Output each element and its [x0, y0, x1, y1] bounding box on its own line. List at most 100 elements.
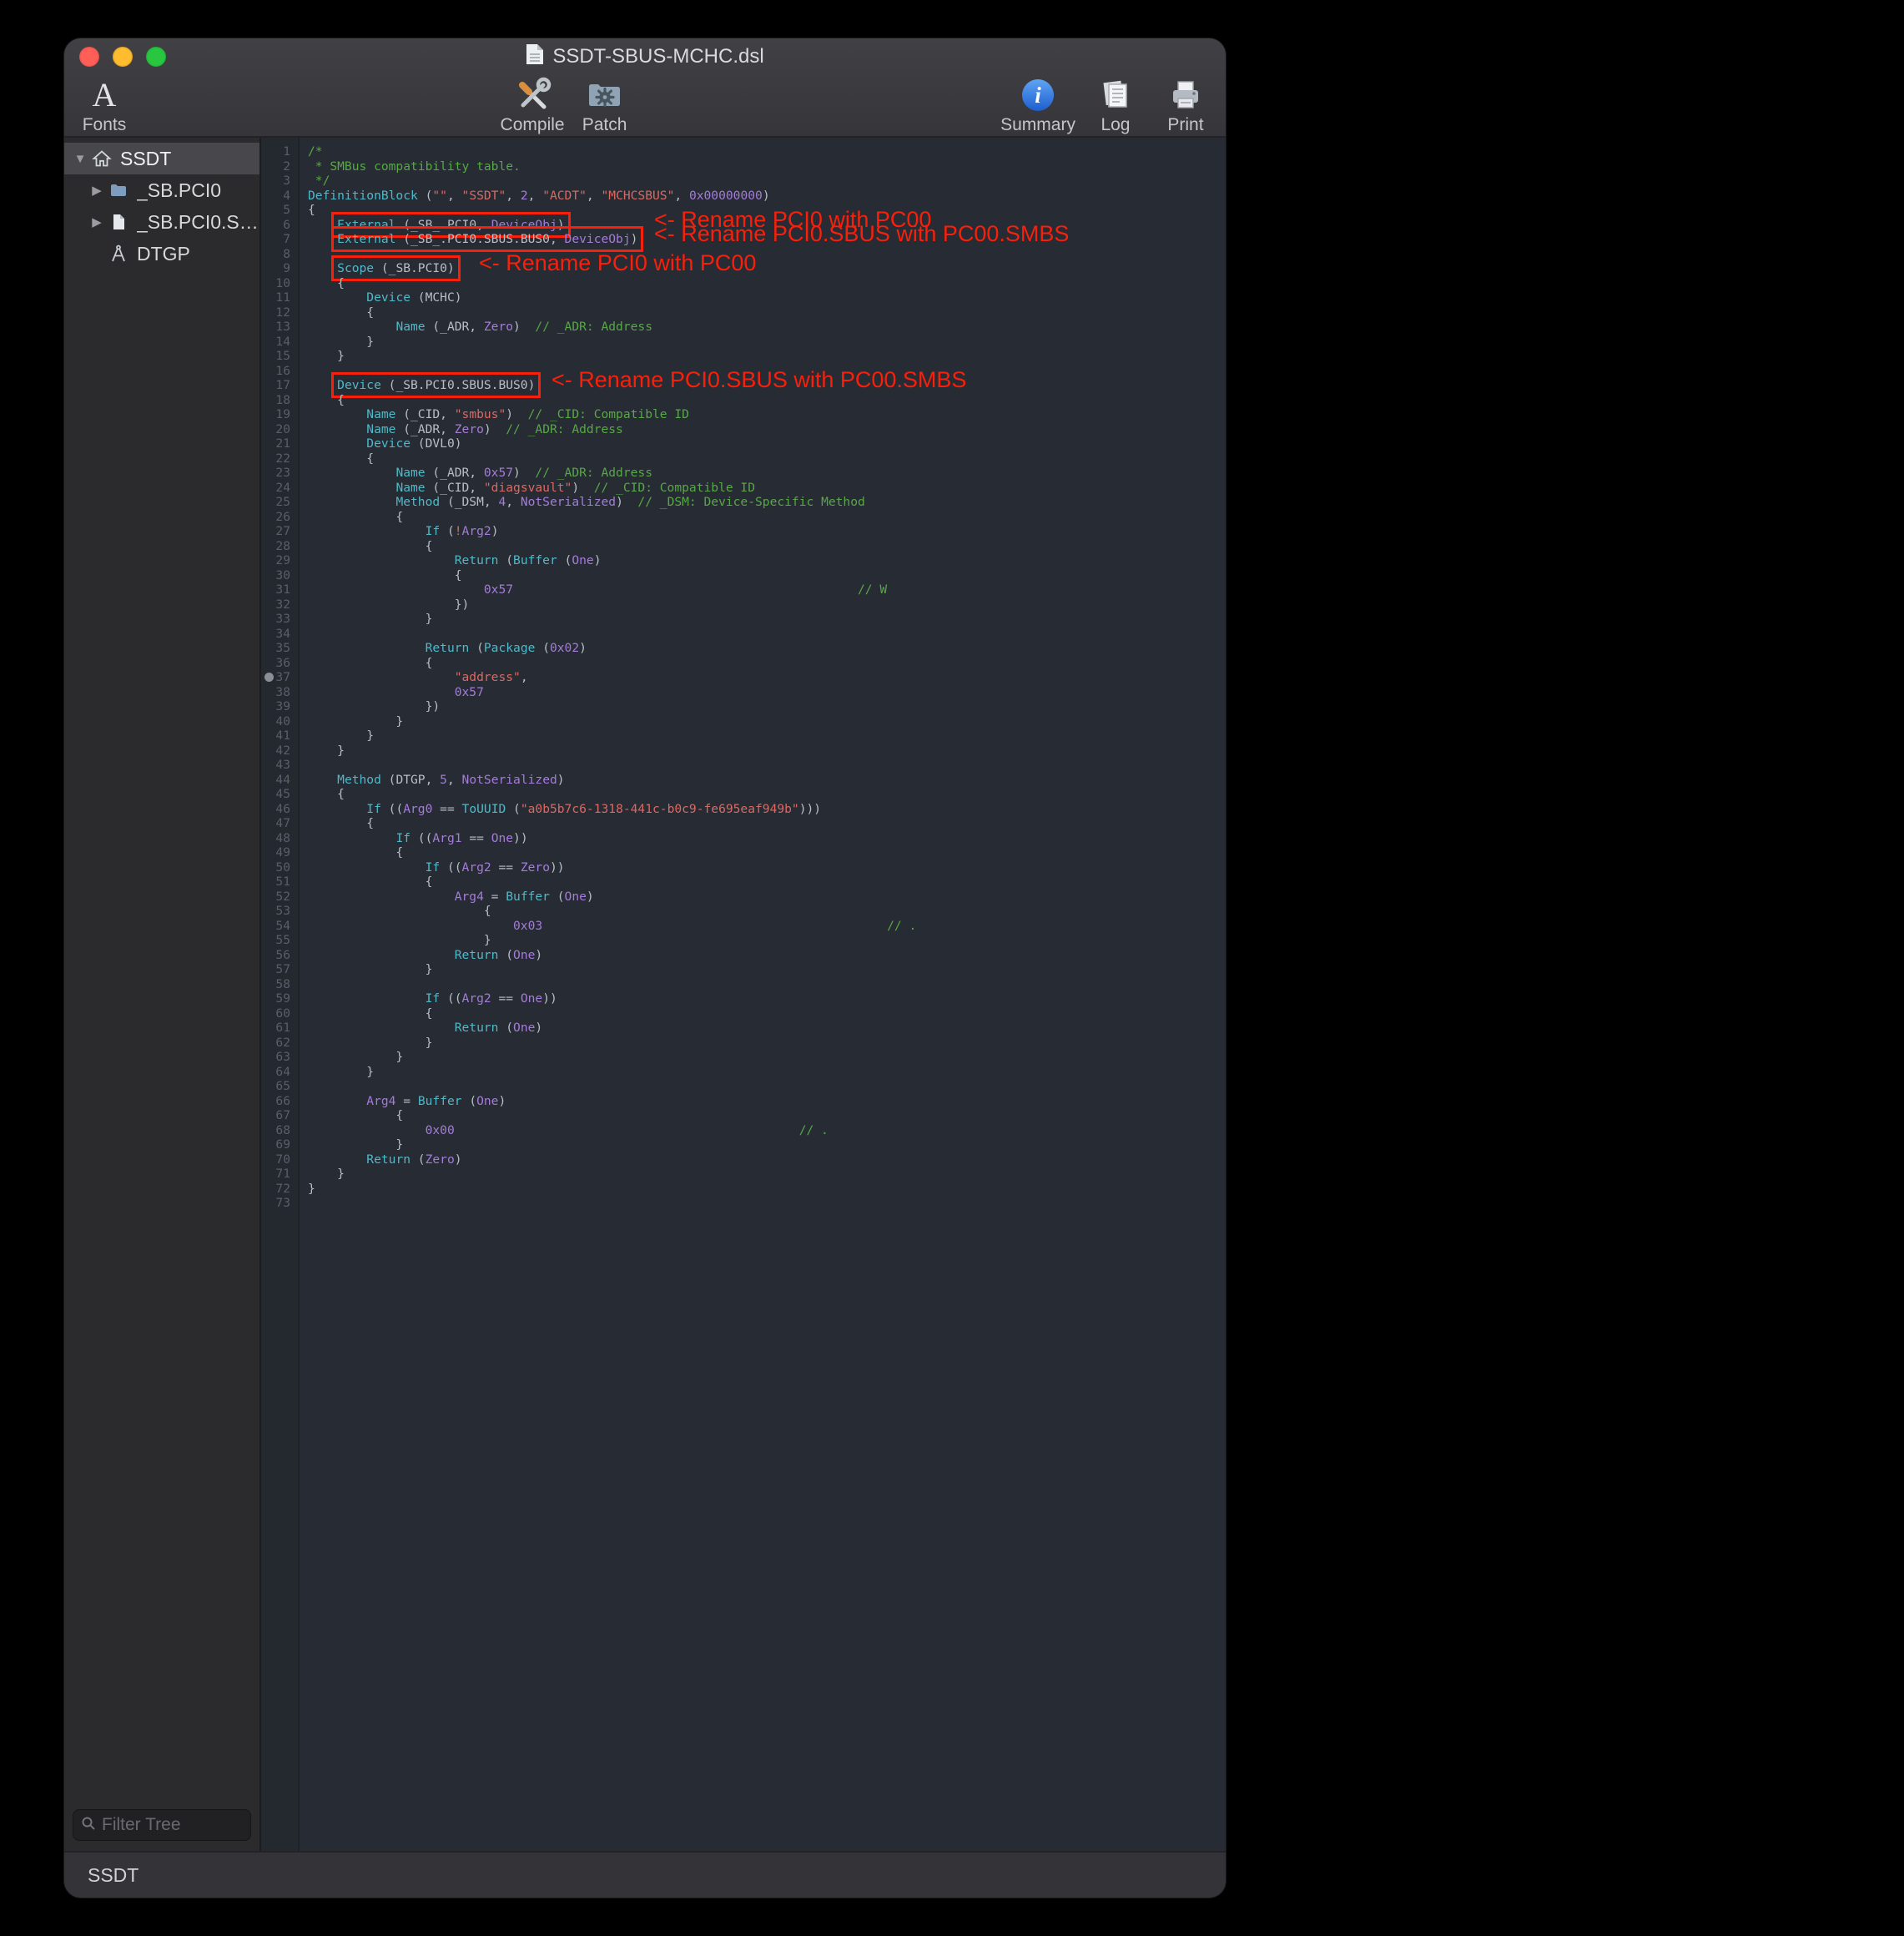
line-number: 60 [261, 1006, 298, 1021]
code-line: Arg4 = Buffer (One) [308, 890, 1226, 905]
line-number: 67 [261, 1108, 298, 1123]
code-line: Name (_CID, "diagsvault") // _CID: Compa… [308, 481, 1226, 496]
code-line: */ [308, 174, 1226, 189]
line-number: 38 [261, 685, 298, 700]
code-line: If ((Arg2 == One)) [308, 991, 1226, 1006]
filter-tree-input[interactable] [102, 1815, 243, 1835]
fonts-label: Fonts [83, 116, 127, 134]
summary-info-icon: i [1020, 75, 1056, 115]
code-line: { [308, 787, 1226, 802]
code-line: } [308, 349, 1226, 364]
line-number: 45 [261, 787, 298, 802]
traffic-lights [79, 38, 166, 75]
code-line: }) [308, 597, 1226, 613]
line-number: 50 [261, 860, 298, 875]
patch-button[interactable]: Patch [575, 75, 635, 134]
code-line: 0x57 // W [308, 582, 1226, 597]
sidebar-item-label: _SB.PCI0 [137, 179, 221, 202]
home-icon [91, 148, 114, 169]
code-line [308, 1079, 1226, 1094]
code-line: If ((Arg1 == One)) [308, 831, 1226, 846]
svg-text:i: i [1035, 83, 1041, 108]
sidebar-item-ssdt[interactable]: ▼ SSDT [64, 143, 259, 174]
sidebar-item-sb-pci0[interactable]: ▶ _SB.PCI0 [64, 174, 259, 206]
code-line: }) [308, 699, 1226, 714]
titlebar[interactable]: SSDT-SBUS-MCHC.dsl [64, 38, 1226, 75]
line-number: 46 [261, 802, 298, 817]
code-line: Device (_SB.PCI0.SBUS.BUS0)<- Rename PCI… [308, 378, 1226, 393]
code-line: Return (Buffer (One) [308, 553, 1226, 568]
line-number: 44 [261, 773, 298, 788]
zoom-button[interactable] [146, 47, 166, 67]
toolbar: A Fonts [64, 75, 1226, 136]
compile-button[interactable]: Compile [501, 75, 565, 134]
statusbar-path: SSDT [88, 1864, 139, 1887]
line-number: 8 [261, 247, 298, 262]
code-line: } [308, 1182, 1226, 1197]
line-number: 58 [261, 977, 298, 992]
method-compass-icon [108, 243, 131, 265]
sidebar-item-label: DTGP [137, 243, 190, 265]
code-line: } [308, 729, 1226, 744]
code-line: { [308, 1006, 1226, 1021]
sidebar-item-sb-pci0-sbus[interactable]: ▶ _SB.PCI0.SBU... [64, 206, 259, 238]
line-number: 32 [261, 597, 298, 613]
line-number: 53 [261, 904, 298, 919]
log-label: Log [1101, 116, 1130, 134]
line-number: 73 [261, 1196, 298, 1211]
fonts-button[interactable]: A Fonts [74, 75, 134, 134]
line-number: 52 [261, 890, 298, 905]
line-number: 39 [261, 699, 298, 714]
disclosure-closed-icon[interactable]: ▶ [88, 214, 106, 229]
log-button[interactable]: Log [1085, 75, 1146, 134]
line-number: 59 [261, 991, 298, 1006]
line-number: 51 [261, 875, 298, 890]
code-line: Device (DVL0) [308, 436, 1226, 451]
patch-highlight-box: External (_SB_.PCI0, DeviceObj) [337, 218, 564, 232]
line-number: 31 [261, 582, 298, 597]
patch-annotation: <- Rename PCI0.SBUS with PC00.SMBS [552, 373, 966, 388]
line-number: 20 [261, 422, 298, 437]
code-line: "address", [308, 670, 1226, 685]
code-line: Name (_ADR, Zero) // _ADR: Address [308, 320, 1226, 335]
line-number: 37 [261, 670, 298, 685]
code-editor[interactable]: 1234567891011121314151617181920212223242… [261, 138, 1226, 1851]
main-content: ▼ SSDT ▶ _SB.PCI0 [64, 138, 1226, 1851]
disclosure-open-icon[interactable]: ▼ [71, 152, 89, 166]
summary-button[interactable]: i Summary [1000, 75, 1075, 134]
line-number: 10 [261, 276, 298, 291]
line-number: 69 [261, 1137, 298, 1152]
log-pages-icon [1097, 75, 1134, 115]
patch-annotation: <- Rename PCI0 with PC00 [479, 256, 756, 271]
sidebar-tree: ▼ SSDT ▶ _SB.PCI0 [64, 143, 259, 270]
minimize-button[interactable] [113, 47, 133, 67]
code-line: 0x03 // . [308, 919, 1226, 934]
code-line: Return (Zero) [308, 1152, 1226, 1167]
sidebar-item-label: SSDT [120, 148, 171, 170]
code-line: Arg4 = Buffer (One) [308, 1094, 1226, 1109]
sidebar-item-dtgp[interactable]: DTGP [64, 238, 259, 270]
line-number: 23 [261, 466, 298, 481]
code-line: { [308, 276, 1226, 291]
compile-icon [513, 75, 552, 115]
code-pane[interactable]: /* * SMBus compatibility table. */Defini… [300, 138, 1226, 1851]
code-line: { [308, 656, 1226, 671]
line-number: 7 [261, 232, 298, 247]
print-button[interactable]: Print [1156, 75, 1216, 134]
disclosure-closed-icon[interactable]: ▶ [88, 183, 106, 198]
code-line: { [308, 510, 1226, 525]
line-number: 56 [261, 948, 298, 963]
code-line: { [308, 875, 1226, 890]
line-number: 40 [261, 714, 298, 729]
code-line: 0x00 // . [308, 1123, 1226, 1138]
code-line: { [308, 1108, 1226, 1123]
line-number: 42 [261, 744, 298, 759]
code-line: { [308, 904, 1226, 919]
close-button[interactable] [79, 47, 99, 67]
line-number: 43 [261, 758, 298, 773]
line-number: 26 [261, 510, 298, 525]
line-number: 62 [261, 1036, 298, 1051]
line-number: 64 [261, 1065, 298, 1080]
print-label: Print [1167, 116, 1203, 134]
line-number: 28 [261, 539, 298, 554]
